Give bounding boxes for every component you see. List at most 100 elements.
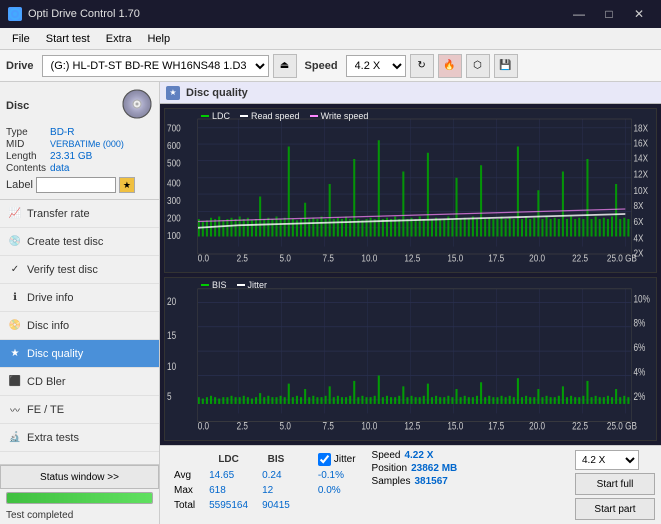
jitter-checkbox-row: Jitter [318, 453, 356, 466]
svg-text:8%: 8% [633, 317, 645, 329]
svg-text:700: 700 [167, 123, 181, 134]
sidebar-item-label: Disc quality [27, 348, 83, 360]
sidebar-item-label: Drive info [27, 292, 73, 304]
svg-text:5: 5 [167, 390, 172, 402]
sidebar-item-extra-tests[interactable]: 🔬 Extra tests [0, 424, 159, 452]
start-full-button[interactable]: Start full [575, 473, 655, 495]
contents-label: Contents [6, 163, 46, 174]
sidebar-item-create-test-disc[interactable]: 💿 Create test disc [0, 228, 159, 256]
bis-total: 90415 [256, 499, 296, 512]
title-bar-controls: — □ ✕ [565, 4, 653, 24]
position-row-label: Position [372, 463, 408, 474]
app-icon [8, 7, 22, 21]
menu-help[interactable]: Help [139, 31, 178, 47]
sidebar-item-transfer-rate[interactable]: 📈 Transfer rate [0, 200, 159, 228]
avg-row-label: Avg [168, 469, 201, 482]
stats-table: LDC BIS Jitter Avg 14.65 0.24 -0. [166, 450, 364, 514]
sidebar-item-drive-info[interactable]: ℹ Drive info [0, 284, 159, 312]
sidebar-item-label: CD Bler [27, 376, 66, 388]
read-speed-legend: Read speed [240, 111, 300, 121]
svg-text:18X: 18X [633, 123, 648, 134]
svg-text:14X: 14X [633, 153, 648, 164]
burn-button[interactable]: 🔥 [438, 54, 462, 78]
eject-button[interactable]: ⏏ [273, 54, 297, 78]
status-window-button[interactable]: Status window >> [0, 465, 159, 489]
position-row: Position 23862 MB [372, 463, 458, 474]
sidebar-item-verify-test-disc[interactable]: ✓ Verify test disc [0, 256, 159, 284]
erase-button[interactable]: ⬡ [466, 54, 490, 78]
chart-bis: BIS Jitter 20 15 10 5 10% 8% [164, 277, 657, 442]
jitter-label: Jitter [334, 454, 356, 465]
chart-ldc: LDC Read speed Write speed 700 [164, 108, 657, 273]
ldc-legend: LDC [201, 111, 230, 121]
jitter-checkbox[interactable] [318, 453, 331, 466]
start-part-button[interactable]: Start part [575, 498, 655, 520]
sidebar-item-label: Create test disc [27, 236, 103, 248]
position-value: 23862 MB [411, 463, 457, 474]
disc-quality-header: ★ Disc quality [160, 82, 661, 104]
save-button[interactable]: 💾 [494, 54, 518, 78]
ldc-max: 618 [203, 484, 254, 497]
speed-row: Speed 4.22 X [372, 450, 458, 461]
menu-extra[interactable]: Extra [98, 31, 140, 47]
label-row: Label ★ [6, 177, 153, 193]
mid-label: MID [6, 139, 46, 150]
action-buttons: 4.2 X Start full Start part [575, 450, 655, 520]
ldc-avg: 14.65 [203, 469, 254, 482]
extra-tests-icon: 🔬 [8, 431, 22, 445]
svg-text:2.5: 2.5 [237, 420, 248, 432]
status-bar: Status window >> Test completed [0, 464, 159, 524]
speed-select-small[interactable]: 4.2 X [575, 450, 639, 470]
sidebar-item-disc-info[interactable]: 📀 Disc info [0, 312, 159, 340]
chart2-legend: BIS Jitter [201, 280, 267, 290]
title-bar-left: Opti Drive Control 1.70 [8, 7, 140, 21]
svg-text:6%: 6% [633, 342, 645, 354]
read-speed-legend-label: Read speed [251, 111, 300, 121]
disc-panel: Disc [0, 82, 159, 200]
write-speed-legend: Write speed [310, 111, 369, 121]
label-input[interactable] [36, 177, 116, 193]
disc-header: Disc [6, 88, 153, 123]
sidebar-item-label: Extra tests [27, 432, 79, 444]
length-value: 23.31 GB [50, 151, 153, 162]
refresh-button[interactable]: ↻ [410, 54, 434, 78]
minimize-button[interactable]: — [565, 4, 593, 24]
app-title: Opti Drive Control 1.70 [28, 8, 140, 20]
write-speed-legend-label: Write speed [321, 111, 369, 121]
svg-text:10X: 10X [633, 185, 648, 196]
menu-start-test[interactable]: Start test [38, 31, 98, 47]
chart1-legend: LDC Read speed Write speed [201, 111, 368, 121]
disc-quality-title: Disc quality [186, 87, 248, 99]
drive-select[interactable]: (G:) HL-DT-ST BD-RE WH16NS48 1.D3 [42, 55, 269, 77]
svg-text:7.5: 7.5 [323, 420, 334, 432]
create-test-disc-icon: 💿 [8, 235, 22, 249]
read-speed-legend-color [240, 115, 248, 117]
maximize-button[interactable]: □ [595, 4, 623, 24]
speed-select-main[interactable]: 4.2 X [346, 55, 406, 77]
svg-text:12.5: 12.5 [404, 253, 420, 264]
nav-items: 📈 Transfer rate 💿 Create test disc ✓ Ver… [0, 200, 159, 464]
disc-icon [121, 88, 153, 123]
jitter-legend-color [237, 284, 245, 286]
bis-col-header: BIS [256, 452, 296, 467]
speed-value: 4.22 X [404, 450, 433, 461]
status-text: Test completed [0, 507, 159, 524]
chart1-svg: 700 600 500 400 300 200 100 18X 16X 14X … [165, 109, 656, 272]
close-button[interactable]: ✕ [625, 4, 653, 24]
sidebar-item-disc-quality[interactable]: ★ Disc quality [0, 340, 159, 368]
svg-text:7.5: 7.5 [323, 253, 334, 264]
svg-text:400: 400 [167, 178, 181, 189]
sidebar-item-fe-te[interactable]: 〰 FE / TE [0, 396, 159, 424]
verify-test-disc-icon: ✓ [8, 263, 22, 277]
sidebar-item-label: Transfer rate [27, 208, 90, 220]
length-label: Length [6, 151, 46, 162]
bis-max: 12 [256, 484, 296, 497]
type-value: BD-R [50, 127, 153, 138]
label-button[interactable]: ★ [119, 177, 135, 193]
svg-text:8X: 8X [633, 200, 643, 211]
svg-text:2%: 2% [633, 390, 645, 402]
drive-label: Drive [6, 60, 34, 72]
menu-file[interactable]: File [4, 31, 38, 47]
main-content: ★ Disc quality LDC Read speed [160, 82, 661, 524]
sidebar-item-cd-bler[interactable]: ⬛ CD Bler [0, 368, 159, 396]
